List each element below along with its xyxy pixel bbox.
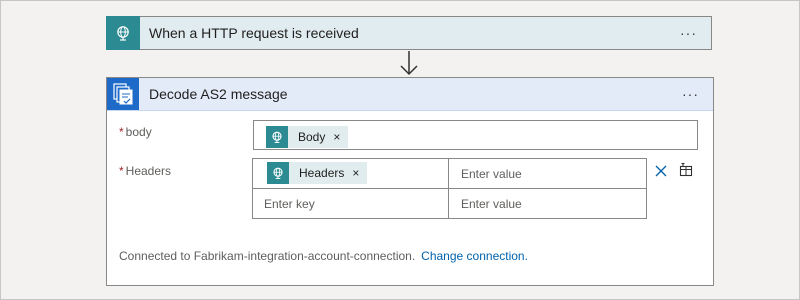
action-more-button[interactable]: ··· <box>682 87 699 101</box>
headers-token[interactable]: Headers × <box>267 162 368 184</box>
body-input[interactable]: Body × <box>253 120 698 150</box>
http-request-globe-icon <box>266 126 288 148</box>
trigger-title: When a HTTP request is received <box>149 25 359 41</box>
headers-field-label: * Headers <box>119 164 171 178</box>
decode-as2-header[interactable]: Decode AS2 message ··· <box>107 78 713 111</box>
as2-decode-icon <box>107 78 139 110</box>
body-field-label: * body <box>119 125 152 139</box>
required-marker: * <box>119 125 124 139</box>
trigger-card[interactable]: When a HTTP request is received ··· <box>106 15 712 50</box>
body-token-label: Body <box>298 130 326 144</box>
switch-to-text-mode-icon[interactable] <box>678 162 694 178</box>
connection-text: Connected to Fabrikam-integration-accoun… <box>119 249 416 263</box>
header-key-input[interactable]: Headers × <box>253 159 449 189</box>
change-connection-link[interactable]: Change connection. <box>421 249 528 263</box>
flow-arrow-icon <box>400 51 418 76</box>
trigger-more-button[interactable]: ··· <box>680 26 697 40</box>
delete-row-icon[interactable] <box>654 164 668 178</box>
http-request-globe-icon <box>267 162 289 184</box>
decode-as2-card: Decode AS2 message ··· * body Body × * Hea… <box>106 77 714 286</box>
remove-token-icon[interactable]: × <box>333 130 340 144</box>
headers-key-value-grid: Headers × Enter value Enter key Enter va… <box>252 158 647 219</box>
headers-token-label: Headers <box>299 166 345 180</box>
body-label-text: body <box>125 125 152 139</box>
connection-info: Connected to Fabrikam-integration-accoun… <box>119 249 528 263</box>
body-token[interactable]: Body × <box>266 126 349 148</box>
header-value-input[interactable]: Enter value <box>449 189 646 218</box>
header-value-input[interactable]: Enter value <box>449 159 646 189</box>
remove-token-icon[interactable]: × <box>352 166 359 180</box>
headers-label-text: Headers <box>125 164 172 178</box>
required-marker: * <box>119 164 124 178</box>
http-request-globe-icon <box>106 15 140 50</box>
action-title: Decode AS2 message <box>149 86 288 102</box>
header-key-input[interactable]: Enter key <box>253 189 449 218</box>
